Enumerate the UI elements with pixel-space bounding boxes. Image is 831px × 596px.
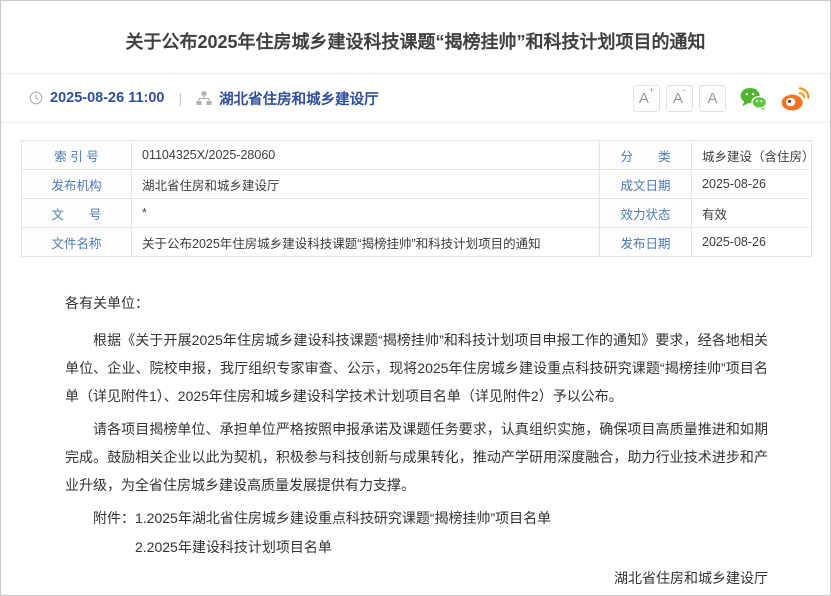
meta-bar: 2025-08-26 11:00 | 湖北省住房和城乡建设厅 A+ A- A xyxy=(1,73,830,123)
font-size-increase-label: A xyxy=(639,90,649,107)
article-body: 各有关单位： 根据《关于开展2025年住房城乡建设科技课题“揭榜挂帅”和科技计划… xyxy=(1,257,830,596)
font-size-decrease-button[interactable]: A- xyxy=(666,85,693,112)
body-paragraph: 请各项目揭榜单位、承担单位严格按照申报承诺及课题任务要求，认真组织实施，确保项目… xyxy=(65,415,768,499)
field-value-doc-number: * xyxy=(132,199,600,228)
field-value-category: 城乡建设（含住房） xyxy=(692,141,812,170)
signature: 湖北省住房和城乡建设厅 xyxy=(65,564,768,592)
field-value-publish-date: 2025-08-26 xyxy=(692,228,812,257)
font-size-increase-sup: + xyxy=(649,85,654,95)
meta-info: 2025-08-26 11:00 | 湖北省住房和城乡建设厅 xyxy=(29,88,379,109)
weibo-share-icon[interactable] xyxy=(781,86,810,111)
field-label-publish-date: 发布日期 xyxy=(600,228,692,257)
field-value-validity-status: 有效 xyxy=(692,199,812,228)
table-row: 索 引 号 01104325X/2025-28060 分 类 城乡建设（含住房） xyxy=(22,141,812,170)
font-size-decrease-label: A xyxy=(673,90,683,107)
attachment-line: 附件：1.2025年湖北省住房城乡建设重点科技研究课题“揭榜挂帅”项目名单 xyxy=(65,504,768,532)
field-label-issuing-agency: 发布机构 xyxy=(22,170,132,199)
table-row: 发布机构 湖北省住房和城乡建设厅 成文日期 2025-08-26 xyxy=(22,170,812,199)
field-label-category: 分 类 xyxy=(600,141,692,170)
meta-actions: A+ A- A xyxy=(627,85,810,112)
clock-icon xyxy=(29,91,43,105)
table-row: 文 号 * 效力状态 有效 xyxy=(22,199,812,228)
field-label-doc-title: 文件名称 xyxy=(22,228,132,257)
publish-time: 2025-08-26 11:00 xyxy=(50,90,165,106)
sitemap-icon xyxy=(196,91,212,106)
salutation: 各有关单位： xyxy=(65,289,768,317)
field-value-written-date: 2025-08-26 xyxy=(692,170,812,199)
table-row: 文件名称 关于公布2025年住房城乡建设科技课题“揭榜挂帅”和科技计划项目的通知… xyxy=(22,228,812,257)
field-label-validity-status: 效力状态 xyxy=(600,199,692,228)
attachment-item-2: 2.2025年建设科技计划项目名单 xyxy=(65,533,768,561)
attachment-item-1: 1.2025年湖北省住房城乡建设重点科技研究课题“揭榜挂帅”项目名单 xyxy=(135,510,551,526)
field-label-doc-number: 文 号 xyxy=(22,199,132,228)
source-link[interactable]: 湖北省住房和城乡建设厅 xyxy=(219,88,379,109)
page-title: 关于公布2025年住房城乡建设科技课题“揭榜挂帅”和科技计划项目的通知 xyxy=(1,1,830,55)
font-size-default-label: A xyxy=(707,90,717,107)
field-label-index-number: 索 引 号 xyxy=(22,141,132,170)
wechat-share-icon[interactable] xyxy=(740,87,767,110)
field-label-written-date: 成文日期 xyxy=(600,170,692,199)
font-size-decrease-sup: - xyxy=(683,85,686,95)
field-value-issuing-agency: 湖北省住房和城乡建设厅 xyxy=(132,170,600,199)
field-value-doc-title: 关于公布2025年住房城乡建设科技课题“揭榜挂帅”和科技计划项目的通知 xyxy=(132,228,600,257)
body-paragraph: 根据《关于开展2025年住房城乡建设科技课题“揭榜挂帅”和科技计划项目申报工作的… xyxy=(65,326,768,410)
notice-detail-page: 关于公布2025年住房城乡建设科技课题“揭榜挂帅”和科技计划项目的通知 2025… xyxy=(0,0,831,596)
meta-separator: | xyxy=(179,90,183,106)
font-size-default-button[interactable]: A xyxy=(699,85,726,112)
font-size-increase-button[interactable]: A+ xyxy=(633,85,660,112)
attachments-label: 附件： xyxy=(93,510,135,526)
document-info-table: 索 引 号 01104325X/2025-28060 分 类 城乡建设（含住房）… xyxy=(21,140,812,257)
field-value-index-number: 01104325X/2025-28060 xyxy=(132,141,600,170)
